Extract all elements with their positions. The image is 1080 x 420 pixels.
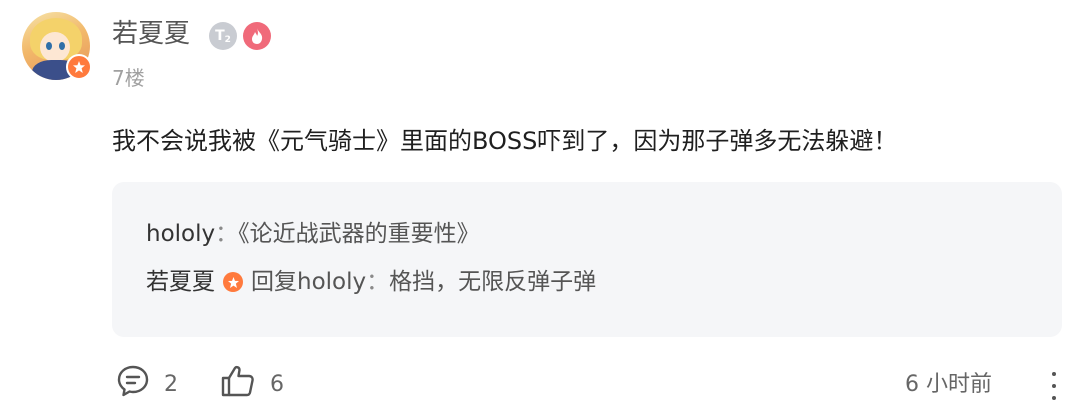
reply-prefix: 回复hololy <box>251 269 367 295</box>
fire-badge-icon <box>243 22 271 50</box>
author-badge-icon <box>223 272 243 292</box>
comment-bubble-icon <box>116 364 150 404</box>
avatar-badge-icon <box>66 54 92 80</box>
reply-item[interactable]: hololy：《论近战武器的重要性》 <box>146 218 480 250</box>
username[interactable]: 若夏夏 <box>112 16 190 52</box>
reply-text: 《论近战武器的重要性》 <box>238 221 480 247</box>
level-badge-letter: T <box>215 28 225 44</box>
level-badge-sub: 2 <box>224 35 231 45</box>
post-time: 6 小时前 <box>905 372 992 397</box>
level-badge-icon: T2 <box>209 22 237 50</box>
comment-count: 2 <box>164 371 178 397</box>
post-content: 我不会说我被《元气骑士》里面的BOSS吓到了，因为那子弹多无法躲避！ <box>112 127 898 155</box>
floor-number: 7楼 <box>112 66 145 90</box>
reply-author[interactable]: hololy <box>146 221 215 247</box>
comment-button[interactable]: 2 <box>116 364 178 404</box>
reply-separator: ： <box>366 269 390 295</box>
reply-box[interactable]: hololy：《论近战武器的重要性》 若夏夏 回复hololy：格挡，无限反弹子… <box>112 182 1062 337</box>
reply-item[interactable]: 若夏夏 回复hololy：格挡，无限反弹子弹 <box>146 266 596 298</box>
more-vertical-icon[interactable] <box>1048 372 1060 400</box>
reply-separator: ： <box>215 221 239 247</box>
like-button[interactable]: 6 <box>220 364 284 404</box>
like-count: 6 <box>270 371 284 397</box>
reply-author[interactable]: 若夏夏 <box>146 266 215 298</box>
thumbs-up-icon <box>220 364 256 404</box>
reply-text: 格挡，无限反弹子弹 <box>389 269 597 295</box>
